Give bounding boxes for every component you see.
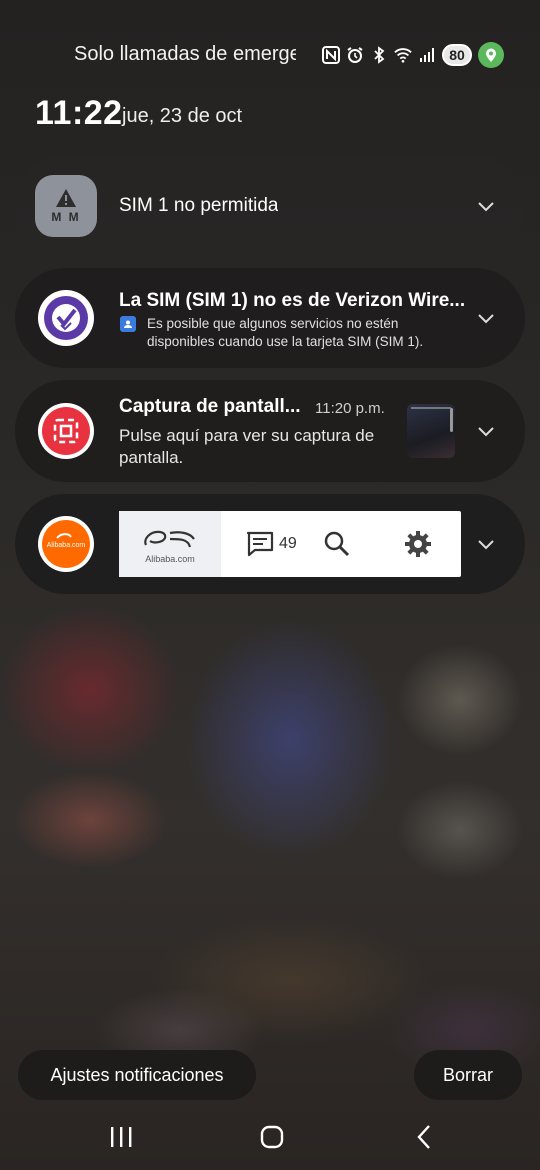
contact-card-icon <box>120 316 136 332</box>
chevron-down-icon[interactable] <box>475 420 497 442</box>
notification-title: La SIM (SIM 1) no es de Verizon Wire... <box>119 290 464 311</box>
alibaba-custom-view[interactable]: Alibaba.com 49 <box>119 511 461 577</box>
notification-screenshot[interactable]: Captura de pantall... 11:20 p.m. Pulse a… <box>15 380 525 482</box>
clock-time: 11:22 <box>35 94 123 132</box>
notification-time: 11:20 p.m. <box>315 400 385 417</box>
notification-title: SIM 1 no permitida <box>119 195 279 216</box>
messages-button[interactable]: 49 <box>245 530 297 558</box>
mm-label: M M <box>51 210 81 224</box>
notification-body: Pulse aquí para ver su captura de pantal… <box>119 426 375 467</box>
notification-verizon-sim[interactable]: La SIM (SIM 1) no es de Verizon Wire... … <box>15 268 525 368</box>
carrier-status-text: Solo llamadas de emerge <box>74 43 296 65</box>
notification-alibaba[interactable]: Alibaba.com Alibaba.com 49 <box>15 494 525 594</box>
alibaba-logo-text: Alibaba.com <box>145 553 195 564</box>
mm-warning-icon: M M <box>35 175 97 237</box>
message-count: 49 <box>279 535 297 552</box>
clear-button[interactable]: Borrar <box>414 1050 522 1100</box>
signal-icon <box>418 46 436 64</box>
chevron-down-icon[interactable] <box>475 533 497 555</box>
alibaba-icon: Alibaba.com <box>38 516 94 572</box>
alibaba-toolbar: 49 <box>221 511 461 577</box>
bluetooth-icon <box>370 46 388 64</box>
navigation-bar <box>0 1110 540 1164</box>
screenshot-thumbnail[interactable] <box>407 404 455 458</box>
alarm-icon <box>346 46 364 64</box>
date-text: jue, 23 de oct <box>122 105 243 127</box>
home-button[interactable] <box>257 1122 287 1152</box>
verizon-check-icon <box>38 290 94 346</box>
back-icon <box>417 1125 430 1149</box>
home-icon <box>260 1125 284 1149</box>
wifi-icon <box>394 46 412 64</box>
recent-apps-icon <box>111 1127 132 1147</box>
search-button[interactable] <box>323 530 351 558</box>
back-button[interactable] <box>410 1122 440 1152</box>
notification-settings-button[interactable]: Ajustes notificaciones <box>18 1050 256 1100</box>
message-icon <box>246 531 274 557</box>
nfc-icon <box>322 46 340 64</box>
battery-level: 80 <box>449 47 465 63</box>
alibaba-logo-icon <box>144 530 195 547</box>
location-icon <box>478 42 504 68</box>
settings-icon <box>404 531 431 557</box>
alibaba-logo: Alibaba.com <box>119 511 221 577</box>
search-icon <box>324 531 349 557</box>
screenshot-icon <box>38 403 94 459</box>
battery-icon: 80 <box>442 44 472 66</box>
notification-sim-not-allowed[interactable]: M M SIM 1 no permitida <box>15 155 525 257</box>
status-icons: 80 <box>322 42 504 68</box>
notification-body: Es posible que algunos servicios no esté… <box>147 316 424 349</box>
alibaba-icon-label: Alibaba.com <box>46 542 86 549</box>
recent-apps-button[interactable] <box>106 1122 136 1152</box>
settings-button[interactable] <box>403 529 433 559</box>
chevron-down-icon[interactable] <box>475 195 497 217</box>
notification-title: Captura de pantall... <box>119 396 301 417</box>
chevron-down-icon[interactable] <box>475 307 497 329</box>
